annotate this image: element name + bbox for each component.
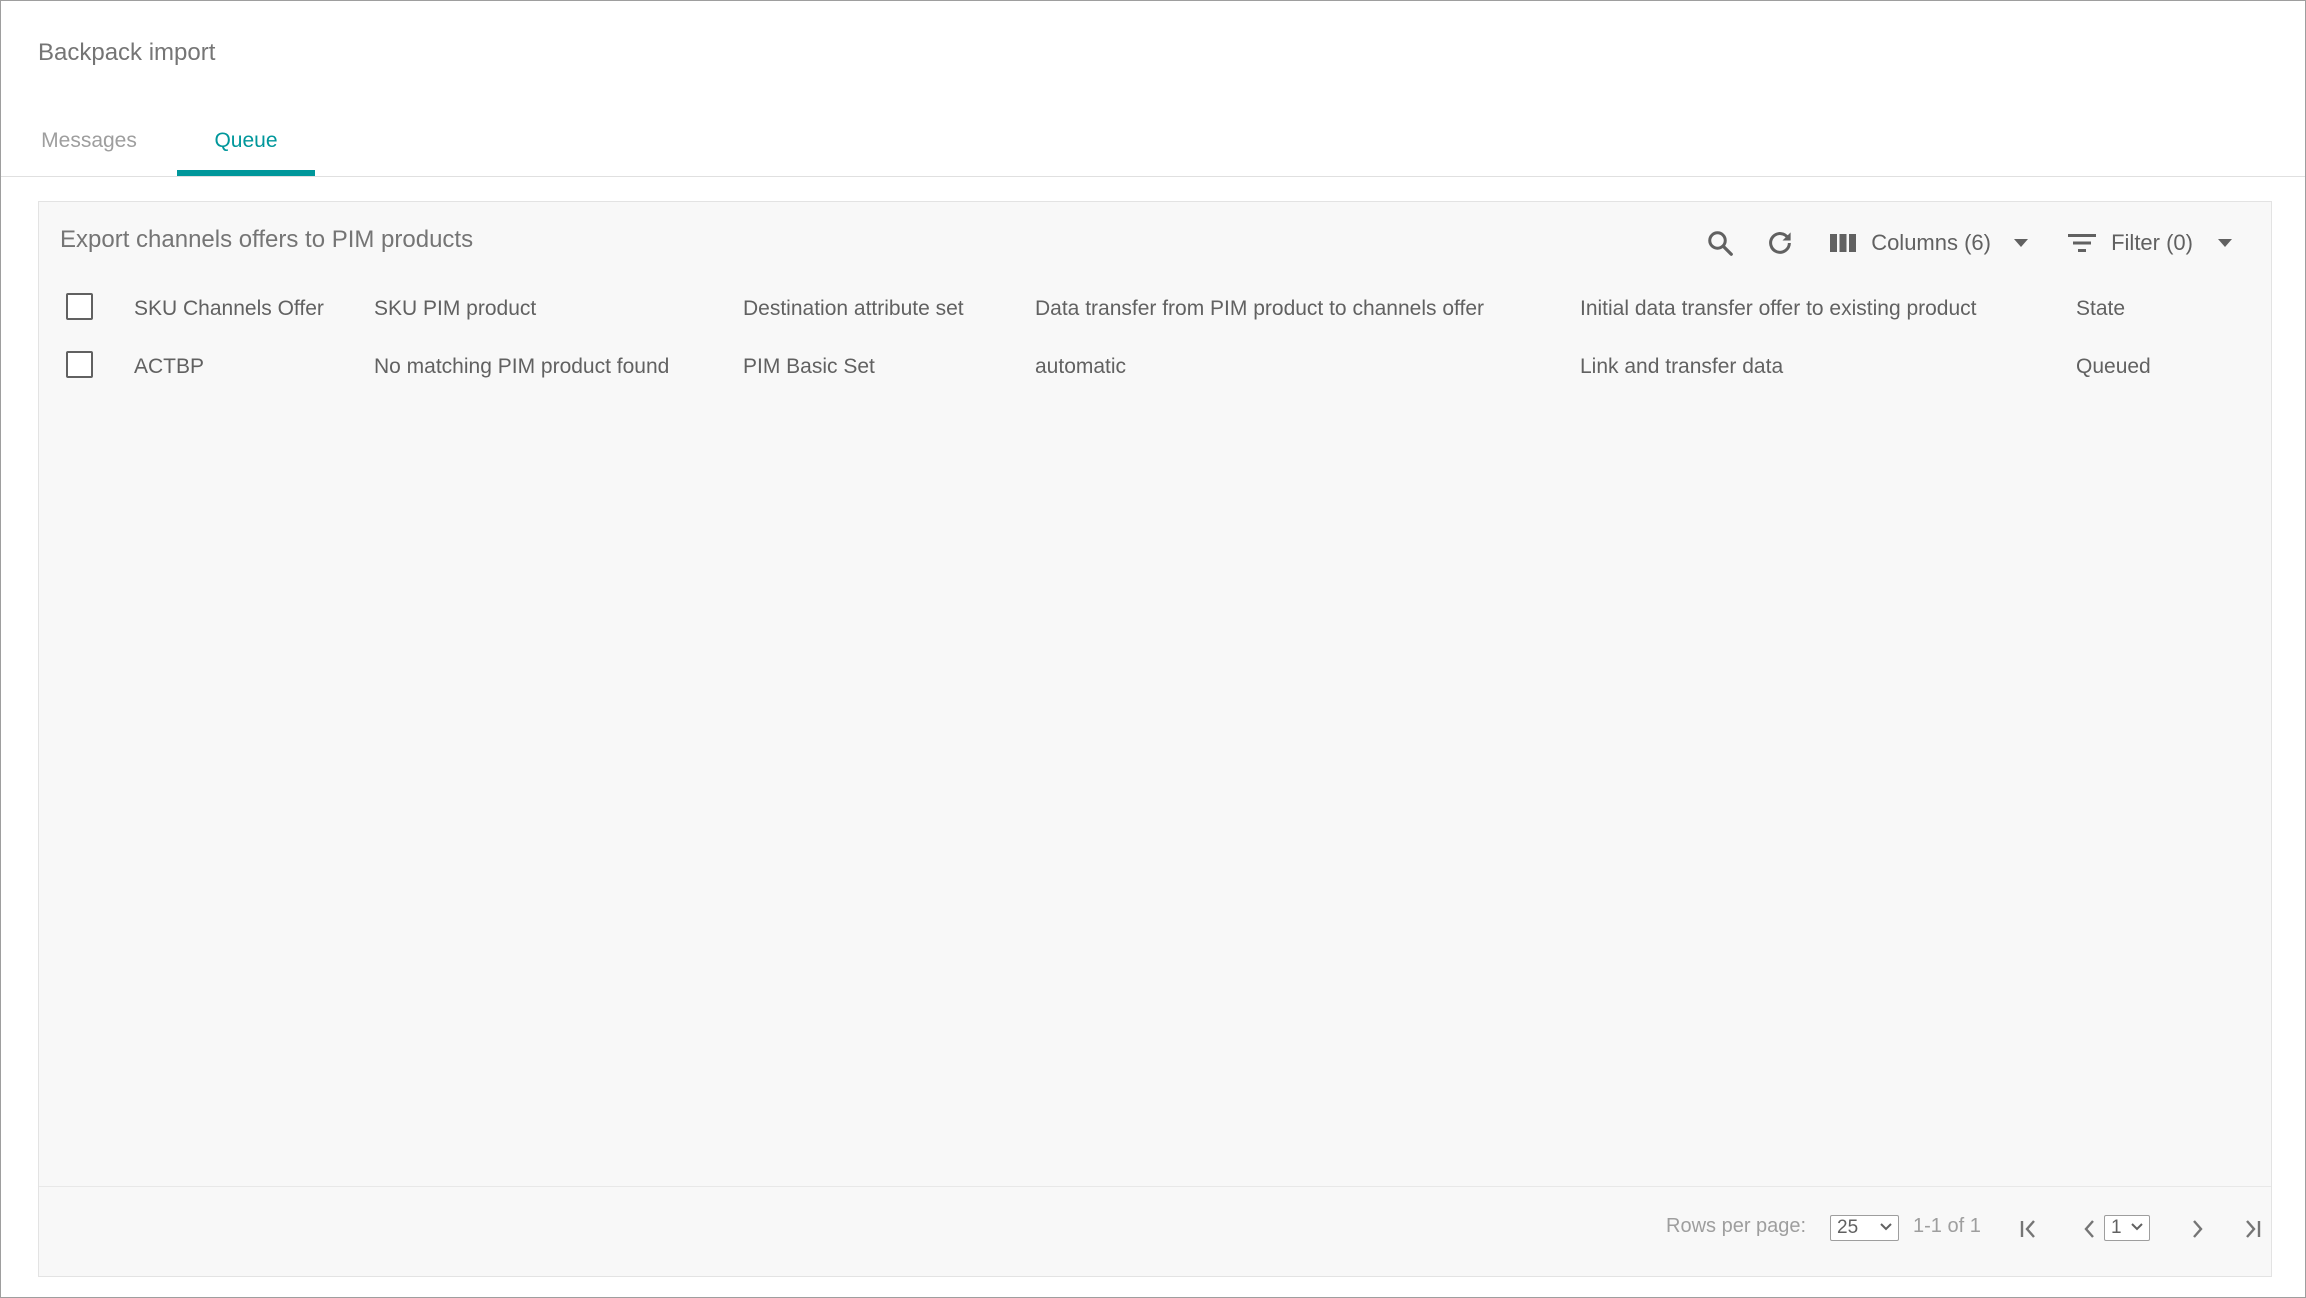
columns-icon	[1830, 234, 1857, 252]
cell-data-transfer: automatic	[1035, 355, 1127, 378]
previous-page-button[interactable]	[2072, 1211, 2108, 1247]
column-header[interactable]: Destination attribute set	[743, 280, 1035, 338]
chevron-right-icon	[2193, 1220, 2203, 1238]
columns-label: Columns (6)	[1871, 230, 1991, 255]
chevron-left-icon	[2084, 1220, 2094, 1238]
select-all-checkbox[interactable]	[66, 292, 93, 320]
next-page-button[interactable]	[2179, 1211, 2215, 1247]
table-header-row: SKU Channels Offer SKU PIM product Desti…	[39, 280, 2273, 338]
column-header[interactable]: Initial data transfer offer to existing …	[1580, 280, 2076, 338]
column-header[interactable]: Data transfer from PIM product to channe…	[1035, 280, 1580, 338]
column-header[interactable]: State	[2076, 280, 2273, 338]
chevron-down-icon	[2014, 239, 2028, 247]
column-header[interactable]: SKU PIM product	[374, 280, 743, 338]
last-page-button[interactable]	[2233, 1211, 2269, 1247]
chevron-down-icon	[2218, 239, 2232, 247]
refresh-icon	[1769, 232, 1791, 254]
cell-state: Queued	[2076, 355, 2151, 378]
columns-button[interactable]: Columns (6)	[1829, 220, 2029, 266]
filter-label: Filter (0)	[2111, 230, 2193, 255]
first-page-icon	[2020, 1220, 2035, 1238]
search-button[interactable]	[1705, 220, 1745, 266]
column-header[interactable]: SKU Channels Offer	[134, 280, 374, 338]
cell-initial-data-transfer: Link and transfer data	[1580, 355, 1784, 378]
rows-per-page-select[interactable]: 25	[1830, 1215, 1899, 1241]
search-icon	[1708, 231, 1733, 256]
page-select[interactable]: 1	[2104, 1215, 2150, 1241]
pagination-bar: Rows per page: 25 1-1 of 1 1	[39, 1186, 2271, 1276]
app-window: Backpack import Messages Queue Export ch…	[0, 0, 2306, 1298]
tab-messages[interactable]: Messages	[31, 111, 147, 175]
cell-destination-attribute-set: PIM Basic Set	[743, 355, 875, 378]
row-checkbox[interactable]	[66, 350, 93, 378]
rows-per-page-value: 25	[1837, 1217, 1859, 1238]
page-value: 1	[2111, 1217, 2122, 1238]
table-row[interactable]: ACTBP No matching PIM product found PIM …	[39, 338, 2273, 396]
last-page-icon	[2246, 1220, 2261, 1238]
tab-queue[interactable]: Queue	[177, 111, 315, 176]
first-page-button[interactable]	[2012, 1211, 2048, 1247]
queue-table: SKU Channels Offer SKU PIM product Desti…	[39, 280, 2273, 396]
chevron-down-icon	[2131, 1223, 2143, 1231]
refresh-button[interactable]	[1765, 220, 1805, 266]
rows-per-page-label: Rows per page:	[1666, 1215, 1807, 1237]
tab-bar: Messages Queue	[1, 111, 2305, 177]
page-title: Backpack import	[38, 39, 216, 66]
cell-sku-channels-offer: ACTBP	[134, 355, 205, 378]
cell-sku-pim-product: No matching PIM product found	[374, 355, 670, 378]
filter-button[interactable]: Filter (0)	[2067, 220, 2233, 266]
queue-panel: Export channels offers to PIM products C…	[38, 201, 2272, 1277]
page-range: 1-1 of 1	[1913, 1215, 1981, 1237]
chevron-down-icon	[1880, 1223, 1892, 1231]
panel-title: Export channels offers to PIM products	[60, 226, 474, 253]
filter-icon	[2068, 234, 2097, 252]
